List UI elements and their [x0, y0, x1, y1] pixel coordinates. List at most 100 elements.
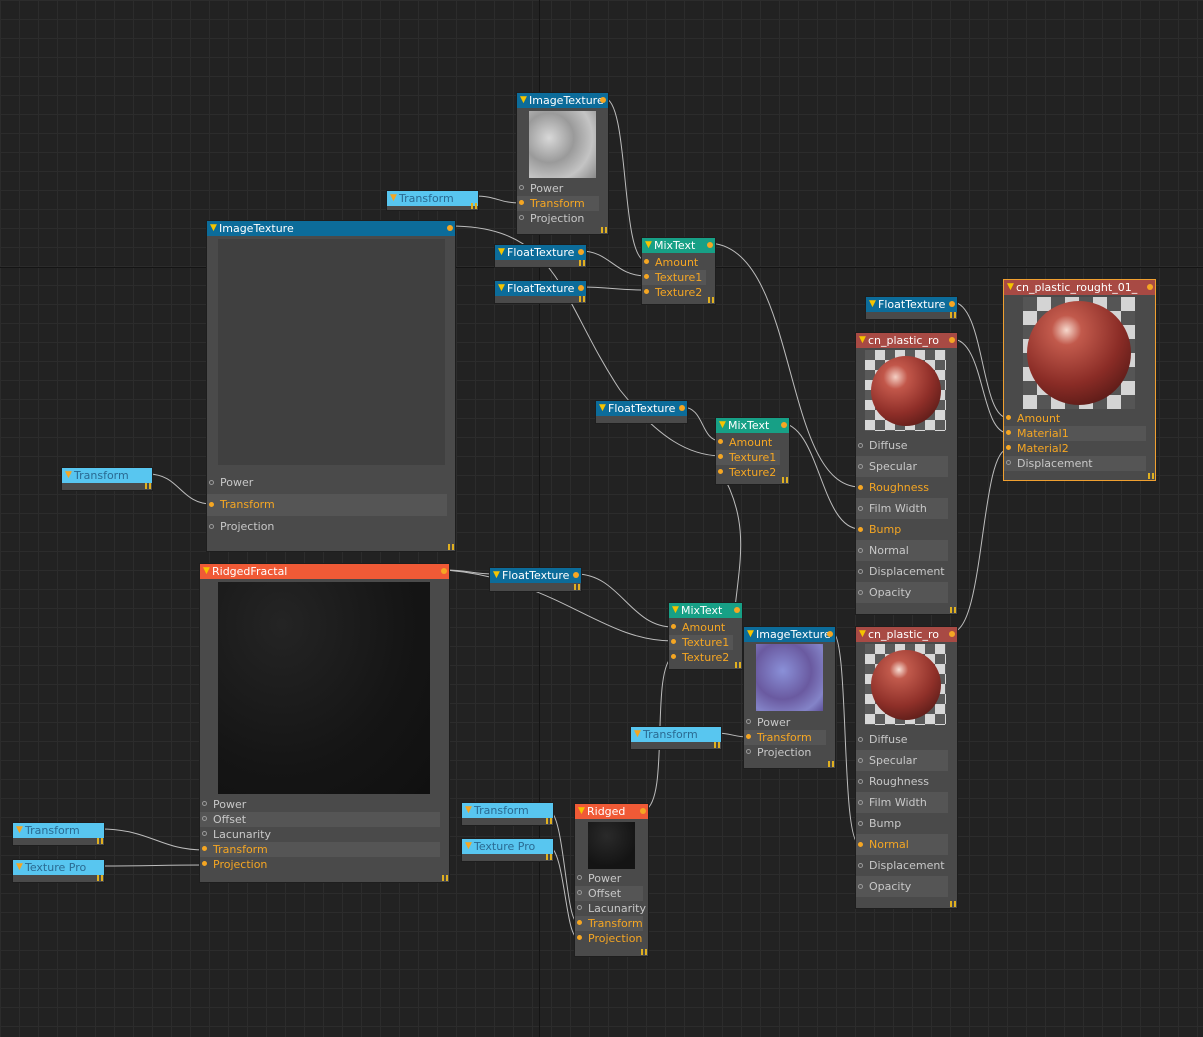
output-dot-icon[interactable] — [707, 242, 713, 248]
port-transform[interactable]: Transform — [207, 494, 447, 516]
port-power[interactable]: Power — [575, 871, 643, 886]
resize-grip-icon[interactable] — [950, 607, 956, 613]
resize-grip-icon[interactable] — [641, 949, 647, 955]
port-projection[interactable]: Projection — [517, 211, 599, 226]
mix-material-node[interactable]: ▼ cn_plastic_rought_01_ Amount Material1 … — [1003, 279, 1156, 481]
transform-node[interactable]: ▼ Transform — [61, 467, 153, 491]
float-texture-node[interactable]: ▼ FloatTexture — [494, 244, 587, 268]
port-displacement[interactable]: Displacement — [856, 561, 948, 582]
port-opacity[interactable]: Opacity — [856, 582, 948, 603]
port-power[interactable]: Power — [200, 797, 440, 812]
triangle-down-icon[interactable]: ▼ — [859, 333, 866, 348]
node-header[interactable]: ▼ Transform — [462, 803, 553, 818]
transform-node[interactable]: ▼ Transform — [630, 726, 722, 750]
node-header[interactable]: ▼ cn_plastic_rought_01_ — [1004, 280, 1155, 295]
node-header[interactable]: ▼ Texture Pro — [13, 860, 104, 875]
node-header[interactable]: ▼ ImageTexture — [744, 627, 835, 642]
port-opacity[interactable]: Opacity — [856, 876, 948, 897]
port-material1[interactable]: Material1 — [1004, 426, 1146, 441]
port-offset[interactable]: Offset — [200, 812, 440, 827]
mix-texture-node[interactable]: ▼ MixText Amount Texture1 Texture2 — [641, 237, 716, 305]
resize-grip-icon[interactable] — [448, 544, 454, 550]
output-dot-icon[interactable] — [949, 337, 955, 343]
image-texture-node-normal[interactable]: ▼ ImageTexture Power Transform Projection — [743, 626, 836, 769]
port-diffuse[interactable]: Diffuse — [856, 729, 948, 750]
port-normal[interactable]: Normal — [856, 834, 948, 855]
port-specular[interactable]: Specular — [856, 750, 948, 771]
triangle-down-icon[interactable]: ▼ — [672, 603, 679, 618]
port-amount[interactable]: Amount — [1004, 411, 1146, 426]
port-transform[interactable]: Transform — [517, 196, 599, 211]
resize-grip-icon[interactable] — [97, 875, 103, 881]
resize-grip-icon[interactable] — [1148, 473, 1154, 479]
resize-grip-icon[interactable] — [546, 818, 552, 824]
triangle-down-icon[interactable]: ▼ — [719, 418, 726, 433]
resize-grip-icon[interactable] — [782, 477, 788, 483]
triangle-down-icon[interactable]: ▼ — [645, 238, 652, 253]
port-texture2[interactable]: Texture2 — [642, 285, 706, 300]
port-transform[interactable]: Transform — [200, 842, 440, 857]
triangle-down-icon[interactable]: ▼ — [498, 245, 505, 260]
port-displacement[interactable]: Displacement — [856, 855, 948, 876]
triangle-down-icon[interactable]: ▼ — [465, 803, 472, 818]
node-header[interactable]: ▼ MixText — [642, 238, 715, 253]
image-texture-node-top[interactable]: ▼ ImageTexture Power Transform Projection — [516, 92, 609, 235]
output-dot-icon[interactable] — [781, 422, 787, 428]
triangle-down-icon[interactable]: ▼ — [210, 221, 217, 236]
resize-grip-icon[interactable] — [950, 901, 956, 907]
node-header[interactable]: ▼ FloatTexture — [490, 568, 581, 583]
texture-projection-node[interactable]: ▼ Texture Pro — [461, 838, 554, 862]
transform-node[interactable]: ▼ Transform — [461, 802, 554, 826]
node-header[interactable]: ▼ Ridged — [575, 804, 648, 819]
port-texture2[interactable]: Texture2 — [716, 465, 780, 480]
port-power[interactable]: Power — [744, 715, 826, 730]
triangle-down-icon[interactable]: ▼ — [16, 823, 23, 838]
node-header[interactable]: ▼ Transform — [387, 191, 478, 206]
resize-grip-icon[interactable] — [579, 296, 585, 302]
resize-grip-icon[interactable] — [546, 854, 552, 860]
node-header[interactable]: ▼ FloatTexture — [495, 281, 586, 296]
triangle-down-icon[interactable]: ▼ — [1007, 280, 1014, 295]
node-header[interactable]: ▼ Transform — [62, 468, 152, 483]
triangle-down-icon[interactable]: ▼ — [599, 401, 606, 416]
port-bump[interactable]: Bump — [856, 813, 948, 834]
port-normal[interactable]: Normal — [856, 540, 948, 561]
output-dot-icon[interactable] — [578, 285, 584, 291]
node-header[interactable]: ▼ FloatTexture — [495, 245, 586, 260]
resize-grip-icon[interactable] — [442, 875, 448, 881]
output-dot-icon[interactable] — [734, 607, 740, 613]
port-projection[interactable]: Projection — [744, 745, 826, 760]
triangle-down-icon[interactable]: ▼ — [465, 839, 472, 854]
port-texture2[interactable]: Texture2 — [669, 650, 733, 665]
output-dot-icon[interactable] — [1147, 284, 1153, 290]
ridged-fractal-node[interactable]: ▼ RidgedFractal Power Offset Lacunarity T… — [199, 563, 450, 883]
node-header[interactable]: ▼ cn_plastic_ro — [856, 333, 957, 348]
port-film-width[interactable]: Film Width — [856, 792, 948, 813]
material-node-top[interactable]: ▼ cn_plastic_ro Diffuse Specular Roughnes… — [855, 332, 958, 615]
port-projection[interactable]: Projection — [575, 931, 643, 946]
port-amount[interactable]: Amount — [716, 435, 780, 450]
resize-grip-icon[interactable] — [145, 483, 151, 489]
output-dot-icon[interactable] — [949, 631, 955, 637]
resize-grip-icon[interactable] — [579, 260, 585, 266]
node-header[interactable]: ▼ cn_plastic_ro — [856, 627, 957, 642]
triangle-down-icon[interactable]: ▼ — [390, 191, 397, 206]
node-header[interactable]: ▼ ImageTexture — [207, 221, 455, 236]
triangle-down-icon[interactable]: ▼ — [498, 281, 505, 296]
output-dot-icon[interactable] — [447, 225, 453, 231]
resize-grip-icon[interactable] — [574, 584, 580, 590]
material-node-bottom[interactable]: ▼ cn_plastic_ro Diffuse Specular Roughnes… — [855, 626, 958, 909]
node-header[interactable]: ▼ MixText — [669, 603, 742, 618]
triangle-down-icon[interactable]: ▼ — [634, 727, 641, 742]
triangle-down-icon[interactable]: ▼ — [859, 627, 866, 642]
output-dot-icon[interactable] — [600, 97, 606, 103]
port-power[interactable]: Power — [517, 181, 599, 196]
transform-node[interactable]: ▼ Transform — [12, 822, 105, 846]
port-roughness[interactable]: Roughness — [856, 477, 948, 498]
output-dot-icon[interactable] — [573, 572, 579, 578]
node-header[interactable]: ▼ Texture Pro — [462, 839, 553, 854]
port-transform[interactable]: Transform — [744, 730, 826, 745]
port-texture1[interactable]: Texture1 — [642, 270, 706, 285]
mix-texture-node[interactable]: ▼ MixText Amount Texture1 Texture2 — [715, 417, 790, 485]
node-header[interactable]: ▼ RidgedFractal — [200, 564, 449, 579]
